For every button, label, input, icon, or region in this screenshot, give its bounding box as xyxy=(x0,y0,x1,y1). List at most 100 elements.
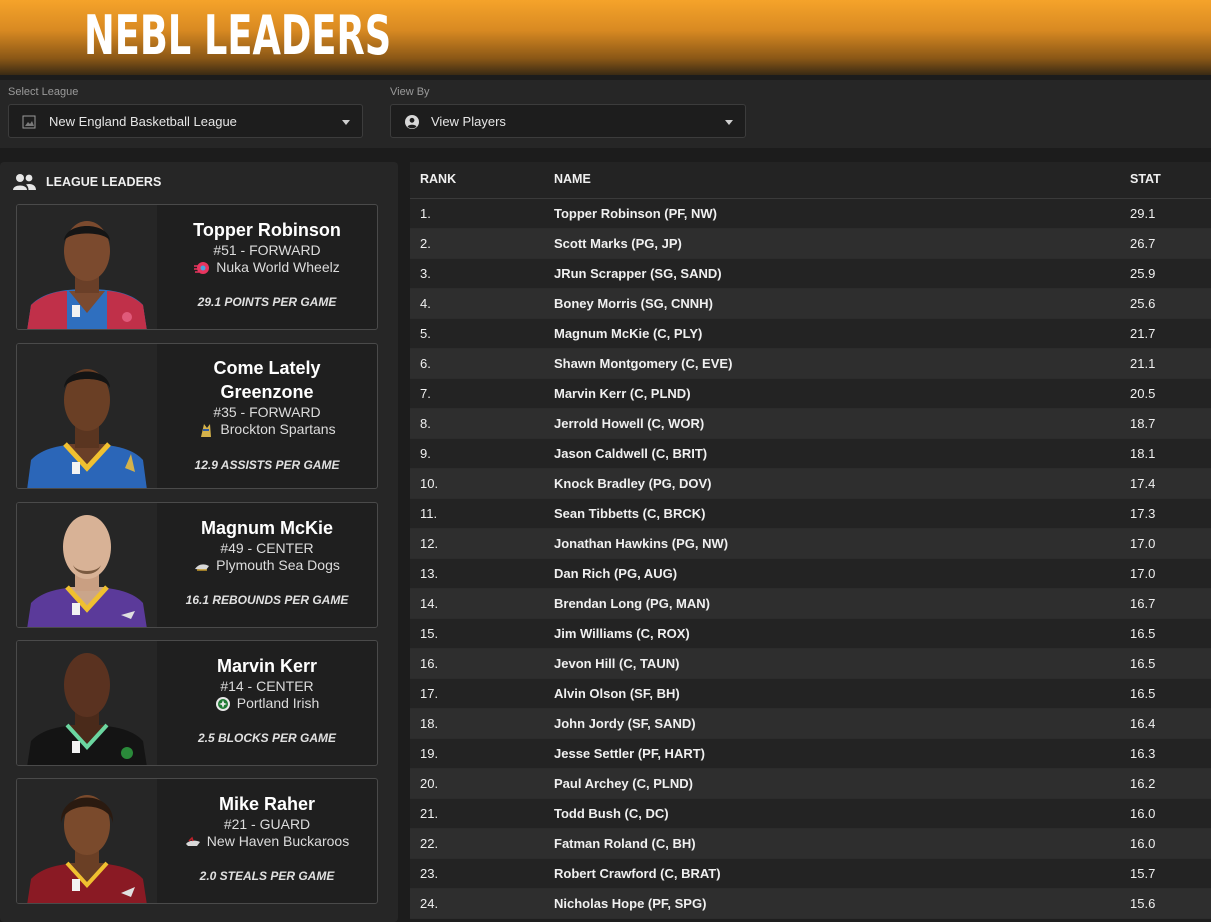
leader-card[interactable]: Mike Raher #21 - GUARD New Haven Buckaro… xyxy=(16,778,378,904)
rank-cell: 21. xyxy=(420,806,439,821)
table-row[interactable]: 23. Robert Crawford (C, BRAT) 15.7 xyxy=(410,859,1211,889)
table-row[interactable]: 22. Fatman Roland (C, BH) 16.0 xyxy=(410,829,1211,859)
table-row[interactable]: 19. Jesse Settler (PF, HART) 16.3 xyxy=(410,739,1211,769)
table-row[interactable]: 9. Jason Caldwell (C, BRIT) 18.1 xyxy=(410,439,1211,469)
table-row[interactable]: 7. Marvin Kerr (C, PLND) 20.5 xyxy=(410,379,1211,409)
player-name-cell[interactable]: Dan Rich (PG, AUG) xyxy=(554,566,677,581)
player-portrait xyxy=(17,344,157,488)
table-row[interactable]: 13. Dan Rich (PG, AUG) 17.0 xyxy=(410,559,1211,589)
league-select-value: New England Basketball League xyxy=(49,114,237,129)
stat-cell: 17.0 xyxy=(1130,566,1156,581)
chevron-down-icon xyxy=(342,120,350,125)
player-name-cell[interactable]: Jim Williams (C, ROX) xyxy=(554,626,690,641)
table-row[interactable]: 20. Paul Archey (C, PLND) 16.2 xyxy=(410,769,1211,799)
view-select-label: View By xyxy=(390,86,430,98)
player-name-cell[interactable]: Scott Marks (PG, JP) xyxy=(554,236,682,251)
team-name: Portland Irish xyxy=(236,695,320,711)
stat-cell: 20.5 xyxy=(1130,386,1156,401)
leader-card[interactable]: Magnum McKie #49 - CENTER Plymouth Sea D… xyxy=(16,502,378,628)
player-name-cell[interactable]: JRun Scrapper (SG, SAND) xyxy=(554,266,722,281)
player-name: Topper Robinson xyxy=(193,220,341,240)
player-number-position: #35 - FORWARD xyxy=(213,404,321,420)
player-name-cell[interactable]: Jevon Hill (C, TAUN) xyxy=(554,656,679,671)
rank-cell: 19. xyxy=(420,746,439,761)
player-name-cell[interactable]: Knock Bradley (PG, DOV) xyxy=(554,476,711,491)
league-select-label: Select League xyxy=(8,86,79,98)
table-row[interactable]: 3. JRun Scrapper (SG, SAND) 25.9 xyxy=(410,259,1211,289)
rank-cell: 5. xyxy=(420,326,431,341)
player-name-cell[interactable]: Sean Tibbetts (C, BRCK) xyxy=(554,506,705,521)
view-select[interactable]: View Players xyxy=(390,104,746,138)
player-name-cell[interactable]: Brendan Long (PG, MAN) xyxy=(554,596,710,611)
player-name-cell[interactable]: Alvin Olson (SF, BH) xyxy=(554,686,680,701)
table-row[interactable]: 10. Knock Bradley (PG, DOV) 17.4 xyxy=(410,469,1211,499)
chevron-down-icon xyxy=(725,120,733,125)
leader-card[interactable]: Come Lately Greenzone #35 - FORWARD Broc… xyxy=(16,343,378,489)
table-row[interactable]: 8. Jerrold Howell (C, WOR) 18.7 xyxy=(410,409,1211,439)
leader-stat: 2.0 STEALS PER GAME xyxy=(199,869,335,883)
player-name-cell[interactable]: Topper Robinson (PF, NW) xyxy=(554,206,717,221)
table-row[interactable]: 16. Jevon Hill (C, TAUN) 16.5 xyxy=(410,649,1211,679)
leaders-table: RANK NAME STAT 1. Topper Robinson (PF, NW… xyxy=(410,162,1211,922)
column-header-name[interactable]: NAME xyxy=(554,172,591,186)
column-header-rank[interactable]: RANK xyxy=(420,172,456,186)
team-name: Brockton Spartans xyxy=(220,421,336,437)
rank-cell: 18. xyxy=(420,716,439,731)
player-name-cell[interactable]: Jesse Settler (PF, HART) xyxy=(554,746,705,761)
table-row[interactable]: 12. Jonathan Hawkins (PG, NW) 17.0 xyxy=(410,529,1211,559)
rank-cell: 7. xyxy=(420,386,431,401)
player-name-cell[interactable]: Robert Crawford (C, BRAT) xyxy=(554,866,721,881)
table-row[interactable]: 6. Shawn Montgomery (C, EVE) 21.1 xyxy=(410,349,1211,379)
stat-cell: 15.6 xyxy=(1130,896,1156,911)
leader-card[interactable]: Marvin Kerr #14 - CENTER Portland Irish … xyxy=(16,640,378,766)
player-name-cell[interactable]: Marvin Kerr (C, PLND) xyxy=(554,386,691,401)
table-row[interactable]: 17. Alvin Olson (SF, BH) 16.5 xyxy=(410,679,1211,709)
table-row[interactable]: 2. Scott Marks (PG, JP) 26.7 xyxy=(410,229,1211,259)
table-row[interactable]: 5. Magnum McKie (C, PLY) 21.7 xyxy=(410,319,1211,349)
stat-cell: 16.5 xyxy=(1130,686,1156,701)
stat-cell: 17.0 xyxy=(1130,536,1156,551)
table-row[interactable]: 11. Sean Tibbetts (C, BRCK) 17.3 xyxy=(410,499,1211,529)
player-portrait xyxy=(17,641,157,765)
player-name-cell[interactable]: Fatman Roland (C, BH) xyxy=(554,836,696,851)
rank-cell: 16. xyxy=(420,656,439,671)
stat-cell: 16.3 xyxy=(1130,746,1156,761)
player-name-cell[interactable]: Shawn Montgomery (C, EVE) xyxy=(554,356,732,371)
table-row[interactable]: 15. Jim Williams (C, ROX) 16.5 xyxy=(410,619,1211,649)
player-number-position: #14 - CENTER xyxy=(220,678,314,694)
table-body: 1. Topper Robinson (PF, NW) 29.1 2. Scott Ma… xyxy=(410,199,1211,919)
player-name-cell[interactable]: Jonathan Hawkins (PG, NW) xyxy=(554,536,728,551)
page-header: NEBL LEADERS xyxy=(0,0,1211,75)
stat-cell: 15.7 xyxy=(1130,866,1156,881)
table-row[interactable]: 1. Topper Robinson (PF, NW) 29.1 xyxy=(410,199,1211,229)
stat-cell: 18.1 xyxy=(1130,446,1156,461)
stat-cell: 21.1 xyxy=(1130,356,1156,371)
player-name-cell[interactable]: John Jordy (SF, SAND) xyxy=(554,716,696,731)
rank-cell: 8. xyxy=(420,416,431,431)
table-row[interactable]: 4. Boney Morris (SG, CNNH) 25.6 xyxy=(410,289,1211,319)
table-row[interactable]: 18. John Jordy (SF, SAND) 16.4 xyxy=(410,709,1211,739)
player-name-cell[interactable]: Magnum McKie (C, PLY) xyxy=(554,326,702,341)
view-select-value: View Players xyxy=(431,114,506,129)
player-name-cell[interactable]: Boney Morris (SG, CNNH) xyxy=(554,296,713,311)
player-name-cell[interactable]: Todd Bush (C, DC) xyxy=(554,806,669,821)
player-name-cell[interactable]: Nicholas Hope (PF, SPG) xyxy=(554,896,706,911)
player-name-cell[interactable]: Paul Archey (C, PLND) xyxy=(554,776,693,791)
player-name-cell[interactable]: Jason Caldwell (C, BRIT) xyxy=(554,446,707,461)
leader-card[interactable]: Topper Robinson #51 - FORWARD Nuka World… xyxy=(16,204,378,330)
rank-cell: 2. xyxy=(420,236,431,251)
team-logo-icon xyxy=(194,261,210,274)
league-select[interactable]: New England Basketball League xyxy=(8,104,363,138)
table-row[interactable]: 14. Brendan Long (PG, MAN) 16.7 xyxy=(410,589,1211,619)
player-number-position: #21 - GUARD xyxy=(223,816,311,832)
player-team: Portland Irish xyxy=(157,695,377,712)
player-number-position: #49 - CENTER xyxy=(220,540,314,556)
column-header-stat[interactable]: STAT xyxy=(1130,172,1161,186)
player-name-cell[interactable]: Jerrold Howell (C, WOR) xyxy=(554,416,704,431)
league-leaders-panel: LEAGUE LEADERS Topper Robinson #51 - FOR… xyxy=(0,162,398,922)
table-row[interactable]: 24. Nicholas Hope (PF, SPG) 15.6 xyxy=(410,889,1211,919)
stat-cell: 16.5 xyxy=(1130,626,1156,641)
player-portrait xyxy=(17,779,157,903)
player-name: Come Lately Greenzone xyxy=(213,358,321,402)
table-row[interactable]: 21. Todd Bush (C, DC) 16.0 xyxy=(410,799,1211,829)
